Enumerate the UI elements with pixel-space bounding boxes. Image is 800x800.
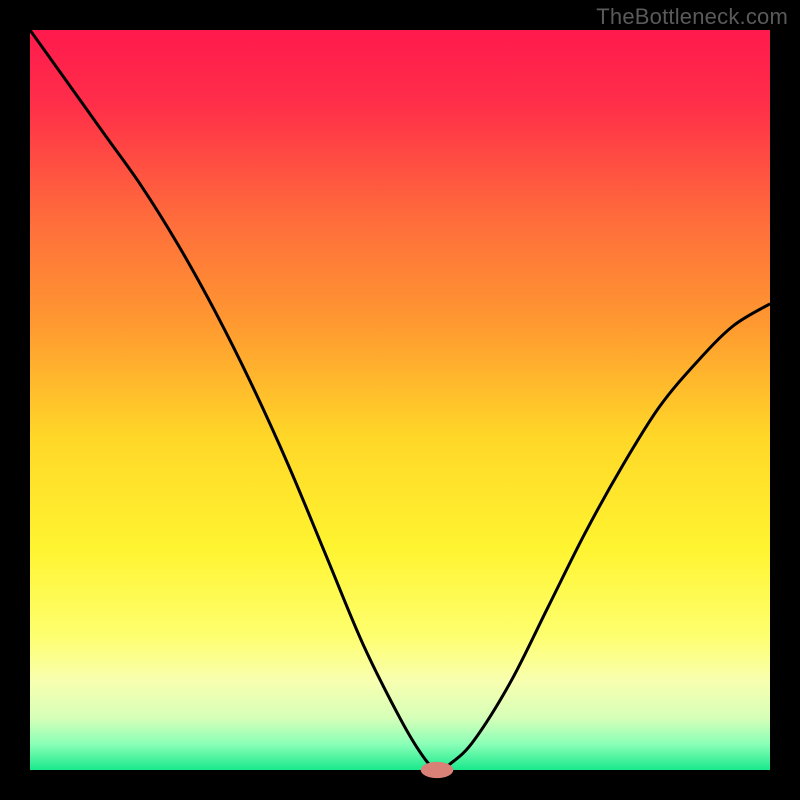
optimum-marker [421, 762, 454, 778]
bottleneck-chart [0, 0, 800, 800]
plot-background-gradient [30, 30, 770, 770]
